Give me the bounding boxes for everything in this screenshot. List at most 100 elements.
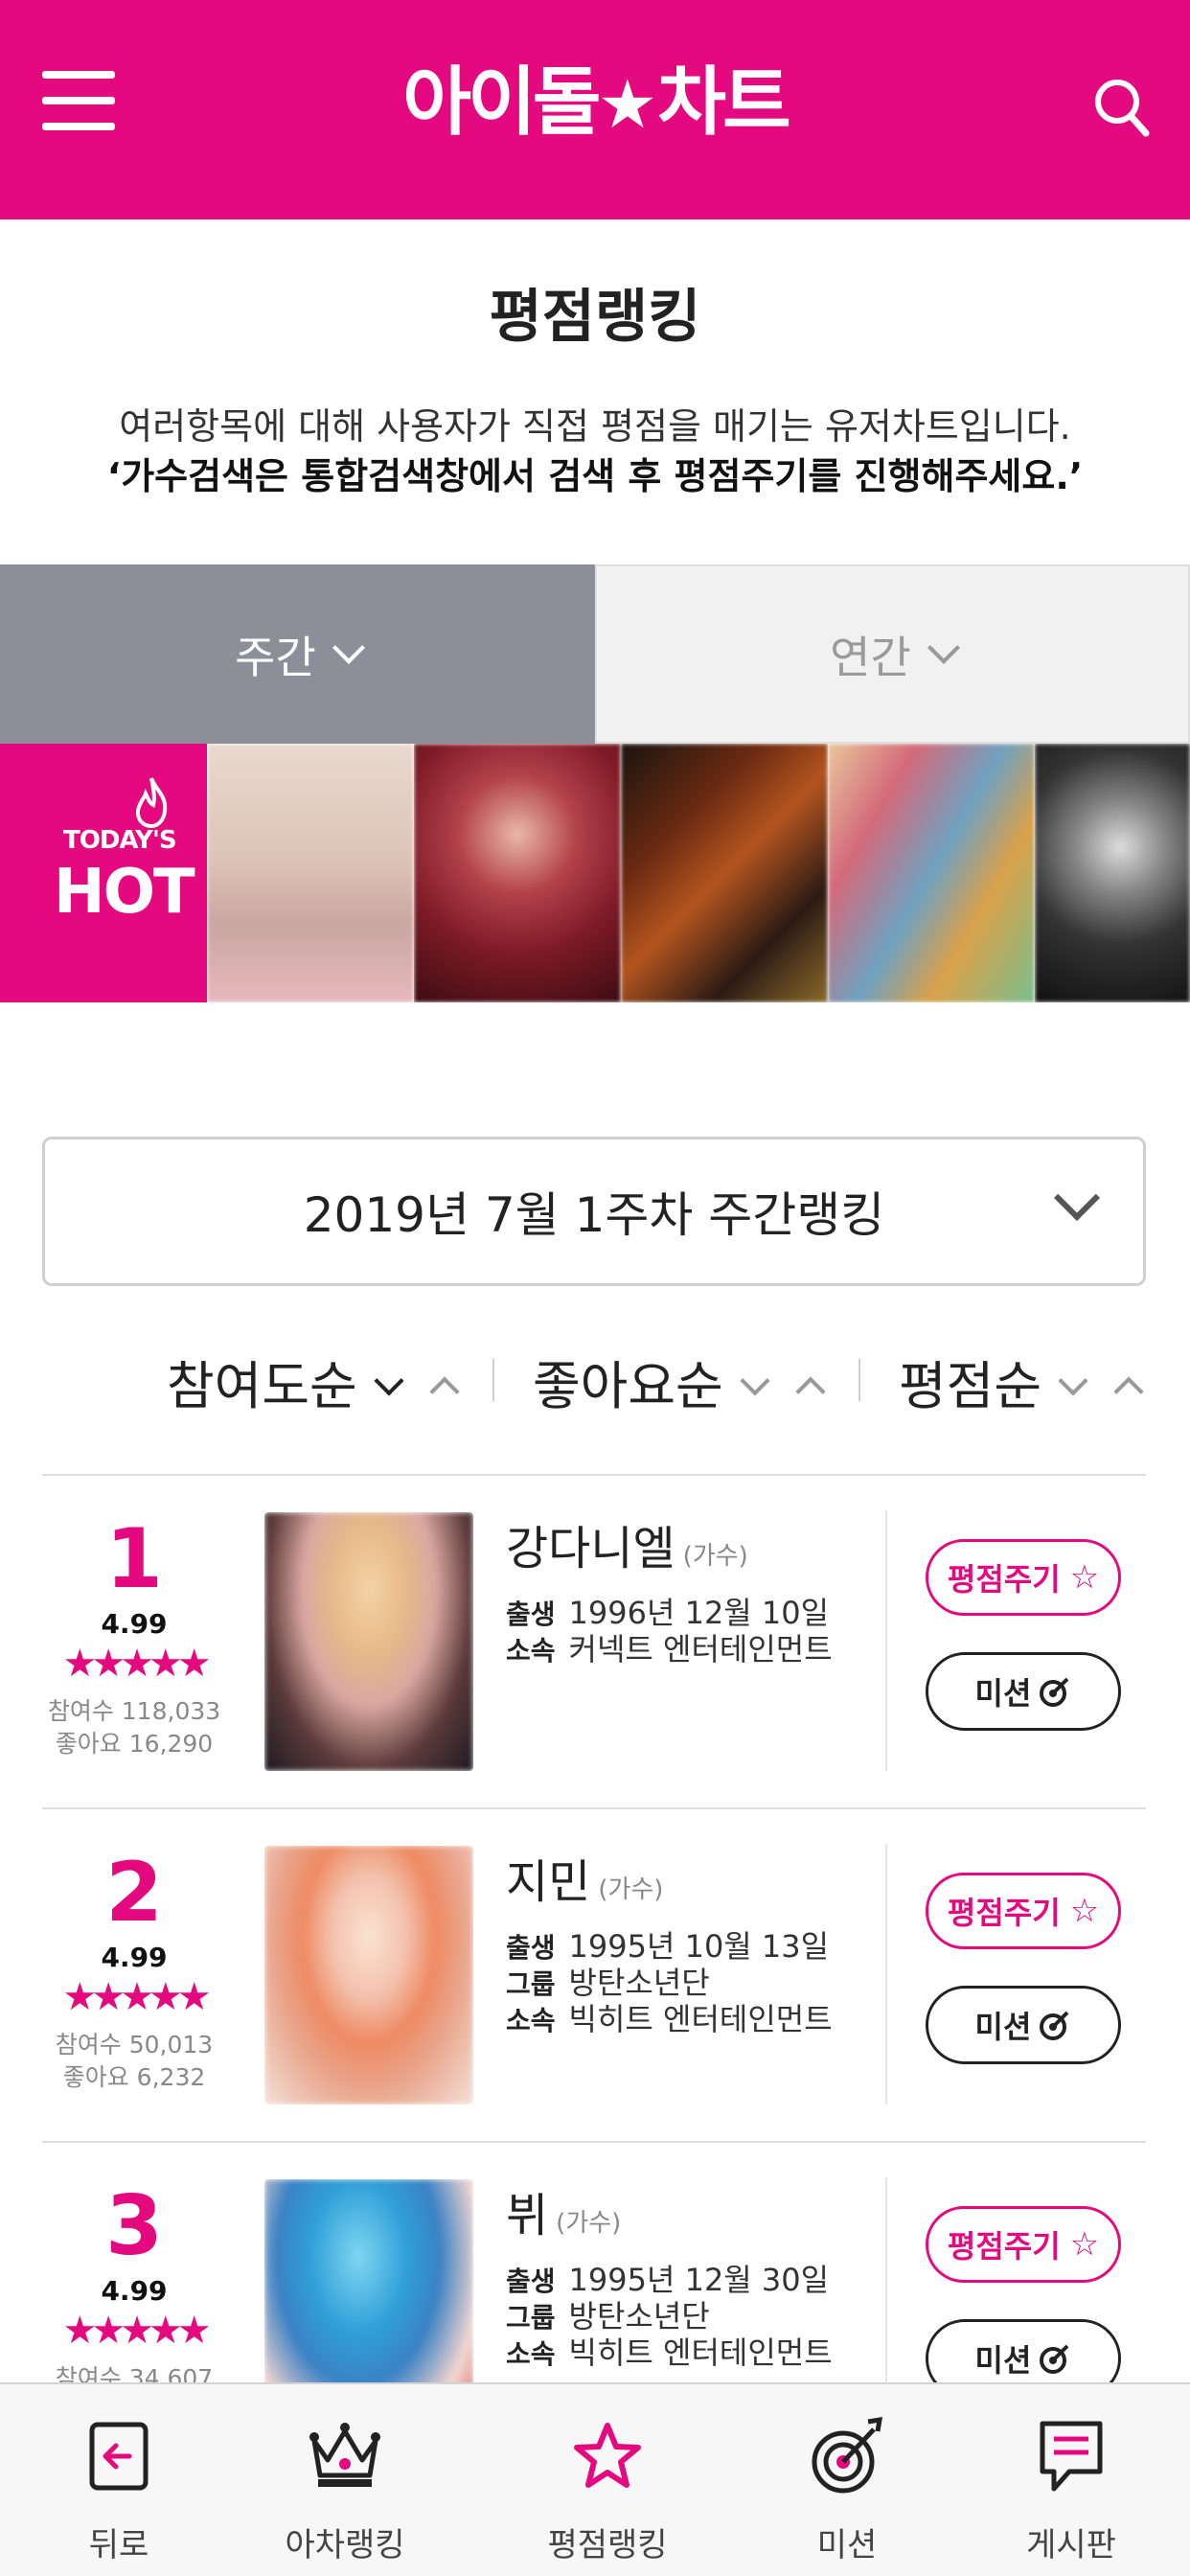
star-outline-icon: ☆ [1069, 1558, 1100, 1597]
divider [858, 1359, 860, 1401]
sort-desc-icon[interactable] [374, 1366, 404, 1396]
rating-stars-icon: ★★★★★ [62, 1642, 211, 1686]
artist-info-agency: 소속 빅히트 엔터테인먼트 [506, 1995, 833, 2039]
sort-label: 평점순 [899, 1356, 1042, 1416]
nav-rating-ranking[interactable]: 평점랭킹 [489, 2384, 726, 2576]
artist-type: (가수) [556, 2209, 622, 2238]
app-header: 아이돌★차트 [0, 0, 1190, 219]
todays-hot-main-label: HOT [54, 857, 195, 928]
info-value: 빅히트 엔터테인먼트 [568, 2001, 833, 2037]
mission-button-label: 미션 [974, 2009, 1032, 2045]
rank-number: 3 [105, 2178, 163, 2274]
nav-mission[interactable]: 미션 [728, 2384, 966, 2576]
like-count: 좋아요 16,290 [55, 1730, 214, 1758]
divider [885, 1844, 887, 2104]
star-icon [489, 2413, 726, 2499]
page-description: 여러항목에 대해 사용자가 직접 평점을 매기는 유저차트입니다. [119, 405, 1071, 448]
info-value: 빅히트 엔터테인먼트 [568, 2334, 833, 2371]
rank-score: 4.99 [101, 1608, 168, 1640]
sort-asc-icon[interactable] [429, 1376, 460, 1407]
todays-hot-sub-label: TODAY'S [63, 826, 177, 855]
target-icon [1040, 2344, 1069, 2374]
todays-hot-badge: TODAY'S HOT [0, 744, 207, 1002]
artist-type: (가수) [682, 1542, 748, 1571]
artist-name: 강다니엘 [506, 1522, 675, 1576]
nav-back[interactable]: 뒤로 [0, 2384, 238, 2576]
rate-button-label: 평점주기 [947, 1561, 1061, 1598]
participant-count: 참여수 50,013 [55, 2031, 214, 2058]
nav-idol-chart-ranking[interactable]: 아차랭킹 [226, 2384, 464, 2576]
rate-button[interactable]: 평점주기 ☆ [926, 2206, 1121, 2283]
target-icon [1040, 1677, 1069, 1707]
hot-thumbnail[interactable] [828, 744, 1035, 1002]
nav-label: 아차랭킹 [285, 2526, 405, 2564]
ranking-row[interactable]: 2 4.99 ★★★★★ 참여수 50,013 좋아요 6,232 지민 (가수)… [0, 1809, 1190, 2143]
info-label: 소속 [506, 2338, 556, 2370]
target-icon [1040, 2011, 1069, 2040]
mission-button[interactable]: 미션 [926, 1652, 1121, 1731]
logo-text-left: 아이돌 [402, 59, 601, 146]
mission-button-label: 미션 [974, 1675, 1032, 1712]
nav-label: 뒤로 [88, 2526, 149, 2564]
sort-asc-icon[interactable] [1113, 1376, 1144, 1407]
message-icon [952, 2413, 1190, 2499]
star-outline-icon: ☆ [1069, 1892, 1100, 1930]
artist-photo[interactable] [264, 1846, 473, 2104]
sort-by-likes[interactable]: 좋아요순 [533, 1344, 826, 1419]
rank-score: 4.99 [101, 2275, 168, 2307]
rate-button[interactable]: 평점주기 ☆ [926, 1873, 1121, 1949]
chevron-down-icon [1053, 1174, 1101, 1222]
info-value: 커넥트 엔터테인먼트 [568, 1631, 833, 1668]
logo-star-icon: ★ [597, 65, 658, 144]
artist-name-line[interactable]: 뷔 (가수) [506, 2177, 621, 2244]
sort-by-score[interactable]: 평점순 [899, 1344, 1144, 1419]
app-logo[interactable]: 아이돌★차트 [0, 59, 1190, 148]
tab-yearly-label: 연간 [830, 631, 911, 683]
sort-desc-icon[interactable] [1058, 1366, 1088, 1396]
week-select-dropdown[interactable]: 2019년 7월 1주차 주간랭킹 [42, 1137, 1146, 1286]
artist-name: 지민 [506, 1855, 591, 1909]
rank-score: 4.99 [101, 1942, 168, 1973]
rate-button-label: 평점주기 [947, 2228, 1061, 2265]
rating-stars-icon: ★★★★★ [62, 2309, 211, 2353]
tab-weekly[interactable]: 주간 [0, 564, 595, 744]
star-outline-icon: ☆ [1069, 2225, 1100, 2264]
bottom-navigation: 뒤로 아차랭킹 평점랭킹 미션 게시판 [0, 2382, 1190, 2576]
crown-icon [226, 2413, 464, 2499]
artist-name-line[interactable]: 지민 (가수) [506, 1844, 663, 1911]
sort-asc-icon[interactable] [795, 1376, 826, 1407]
like-count: 좋아요 6,232 [62, 2063, 206, 2091]
hot-thumbnail[interactable] [621, 744, 828, 1002]
page-title: 평점랭킹 [489, 284, 701, 351]
sort-desc-icon[interactable] [740, 1366, 770, 1396]
nav-board[interactable]: 게시판 [952, 2384, 1190, 2576]
back-icon [0, 2413, 238, 2499]
rate-button-label: 평점주기 [947, 1895, 1061, 1931]
mission-button-label: 미션 [974, 2342, 1032, 2379]
ranking-row[interactable]: 1 4.99 ★★★★★ 참여수 118,033 좋아요 16,290 강다니엘… [0, 1476, 1190, 1809]
search-icon[interactable] [1092, 77, 1150, 138]
sort-by-participation[interactable]: 참여도순 [167, 1344, 460, 1419]
artist-name-line[interactable]: 강다니엘 (가수) [506, 1510, 748, 1577]
hot-thumbnail[interactable] [207, 744, 414, 1002]
divider [885, 1510, 887, 1771]
tab-weekly-label: 주간 [235, 631, 316, 683]
rank-number: 2 [105, 1845, 163, 1941]
divider [492, 1359, 494, 1401]
artist-info-agency: 소속 빅히트 엔터테인먼트 [506, 2329, 833, 2373]
hot-thumbnail[interactable] [1035, 744, 1190, 1002]
artist-type: (가수) [598, 1875, 664, 1904]
info-label: 소속 [506, 1635, 556, 1667]
sort-bar: 참여도순 좋아요순 평점순 [0, 1344, 1190, 1420]
artist-photo[interactable] [264, 1512, 473, 1771]
mission-button[interactable]: 미션 [926, 1986, 1121, 2064]
artist-info-agency: 소속 커넥트 엔터테인먼트 [506, 1625, 833, 1669]
sort-label: 참여도순 [167, 1356, 357, 1416]
rate-button[interactable]: 평점주기 ☆ [926, 1539, 1121, 1616]
hot-thumbnail[interactable] [414, 744, 621, 1002]
rank-number: 1 [105, 1511, 163, 1607]
flame-icon [135, 777, 168, 828]
info-label: 소속 [506, 2005, 556, 2036]
nav-label: 미션 [816, 2526, 878, 2564]
tab-yearly[interactable]: 연간 [595, 564, 1190, 744]
